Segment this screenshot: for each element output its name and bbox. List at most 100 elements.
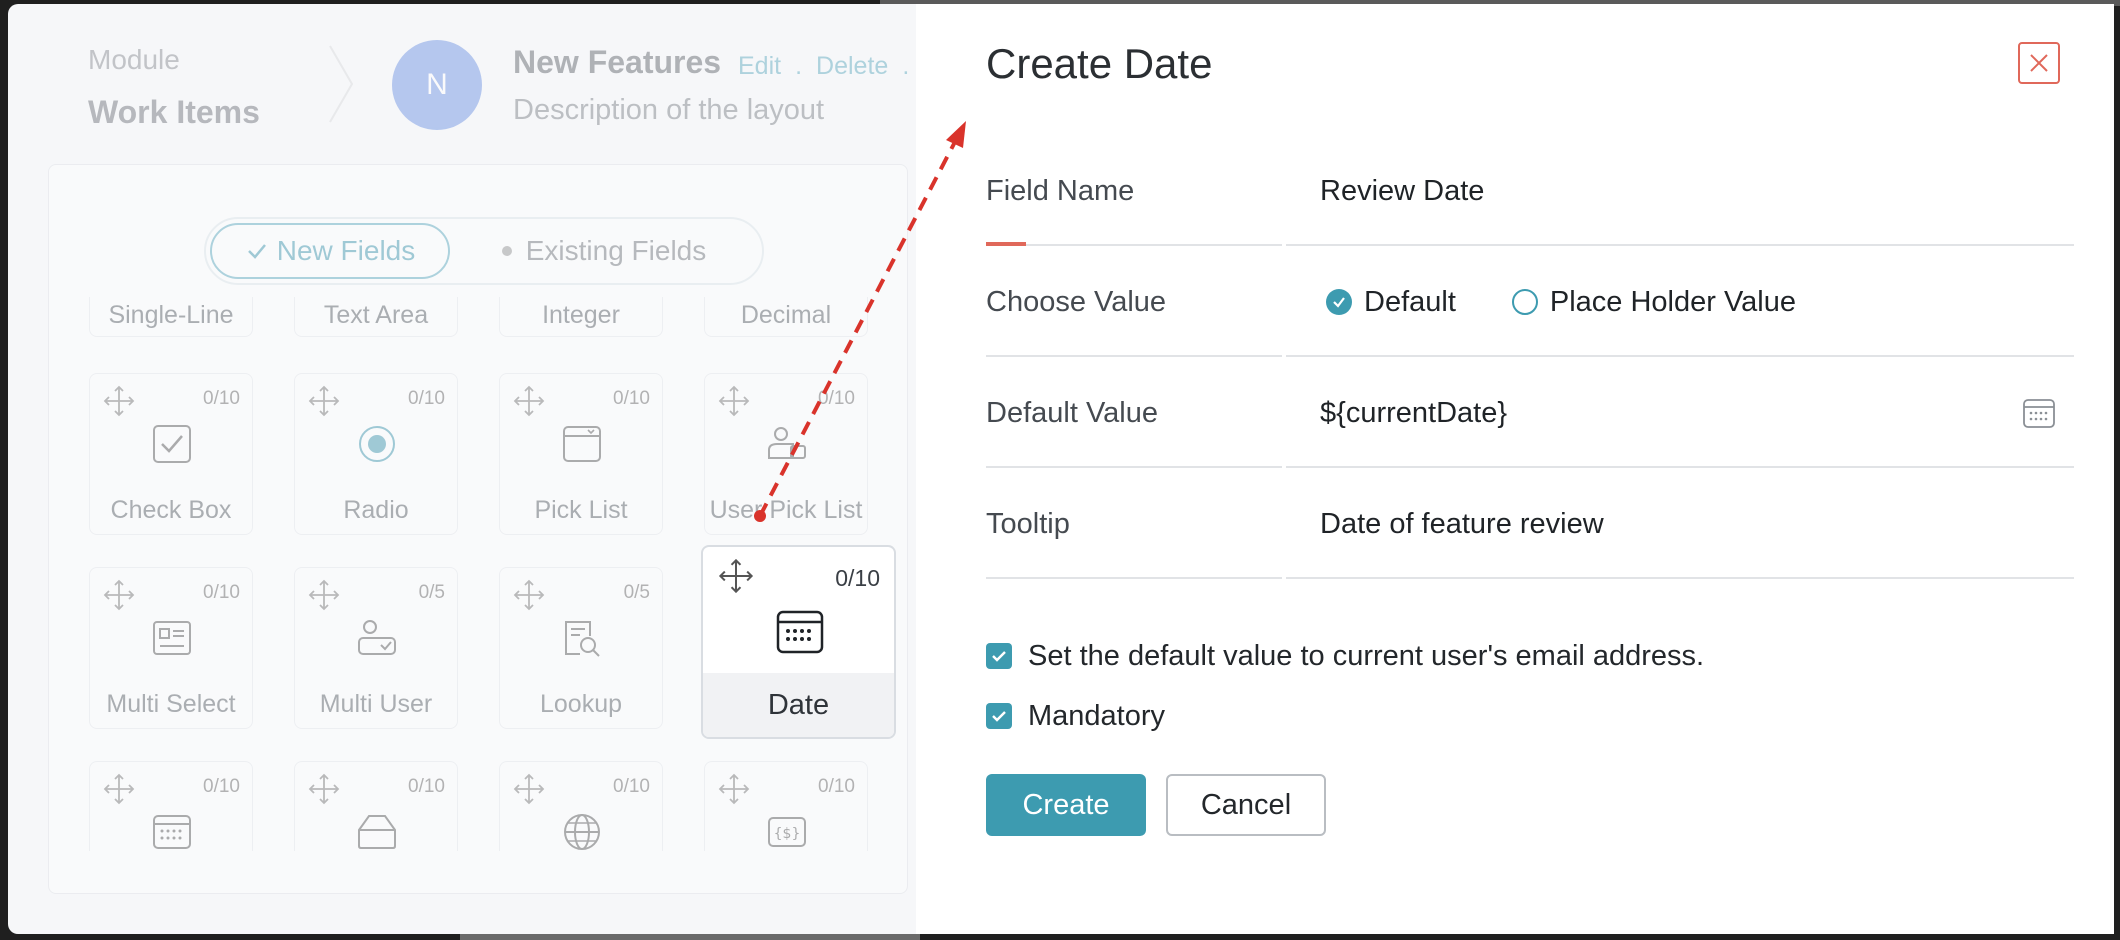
choose-value-radio-group: Default Place Holder Value [1326,247,1796,357]
multi-select-icon [153,621,191,655]
field-tile-date[interactable]: 0/10 Date [701,545,896,739]
field-tile-datetime[interactable]: 0/10 [89,761,253,851]
user-picklist-icon [768,427,806,459]
svg-text:{$}: {$} [774,826,801,842]
move-icon[interactable] [102,578,136,612]
default-value-row: Default Value ${currentDate} [986,358,2074,468]
field-tile-integer[interactable]: Integer [499,297,663,337]
field-tile-label: Check Box [110,496,232,524]
layout-builder-panel: Module Work Items N New Features Edit . … [8,4,918,934]
divider [986,244,1282,246]
tooltip-label: Tooltip [986,508,1070,540]
field-tile-user-pick-list[interactable]: 0/10 User Pick List [704,373,868,535]
field-tile-check-box[interactable]: 0/10 Check Box [89,373,253,535]
field-tile-decimal[interactable]: Decimal [704,297,868,337]
field-tile-radio[interactable]: 0/10 Radio [294,373,458,535]
radio-unselected-icon [1511,289,1538,315]
divider [986,466,1282,468]
move-icon[interactable] [307,384,341,418]
default-value-input[interactable]: ${currentDate} [1320,358,1507,468]
usage-count: 0/10 [408,776,445,797]
close-button[interactable] [2018,42,2060,84]
field-name-input[interactable]: Review Date [1320,136,1484,246]
field-tile-label: Decimal [740,301,832,329]
default-email-option[interactable]: Set the default value to current user's … [986,636,1704,676]
move-icon[interactable] [512,772,546,806]
calendar-picker-icon[interactable] [2022,396,2056,430]
tab-new-fields-label: New Fields [276,235,416,266]
checkbox-checked-icon[interactable] [986,643,1012,669]
default-value-label: Default Value [986,397,1158,429]
move-icon[interactable] [307,578,341,612]
usage-count: 0/10 [818,776,855,797]
tooltip-input[interactable]: Date of feature review [1320,469,1604,579]
edit-layout-link[interactable]: Edit [738,52,781,81]
calendar-icon [776,610,824,654]
move-icon[interactable] [512,578,546,612]
module-name: Work Items [88,94,260,130]
input-underline [1286,577,2074,579]
layout-avatar: N [392,40,482,130]
move-icon[interactable] [717,557,755,595]
tag-icon [358,815,396,849]
field-tile-label: Multi Select [106,690,236,718]
separator: . [902,52,910,80]
move-icon[interactable] [102,772,136,806]
field-tile-currency[interactable]: 0/10 {$} [704,761,868,851]
move-icon[interactable] [307,772,341,806]
tab-existing-fields[interactable]: Existing Fields [450,223,758,279]
field-tile-multi-user[interactable]: 0/5 Multi User [294,567,458,729]
usage-count: 0/10 [203,776,240,797]
mandatory-option[interactable]: Mandatory [986,696,1165,736]
field-tile-label: Radio [343,496,409,524]
delete-layout-link[interactable]: Delete [816,52,888,81]
usage-count: 0/10 [408,388,445,409]
radio-selected-icon [1326,289,1352,315]
field-tile-label: Date [703,673,894,737]
usage-count: 0/10 [203,582,240,603]
layout-description: Description of the layout [513,94,825,126]
move-icon[interactable] [717,384,751,418]
move-icon[interactable] [102,384,136,418]
field-tile-label: Pick List [534,496,628,524]
field-tile-pick-list[interactable]: 0/10 Pick List [499,373,663,535]
field-source-toggle: New Fields Existing Fields [204,217,764,285]
breadcrumb-chevron-icon [329,45,354,123]
module-label: Module [88,44,180,75]
field-tile-url[interactable]: 0/10 [499,761,663,851]
field-tile-text-area[interactable]: Text Area [294,297,458,337]
currency-icon: {$} [768,817,806,847]
field-name-label: Field Name [986,175,1135,207]
tooltip-row: Tooltip Date of feature review [986,469,2074,579]
create-button[interactable]: Create [986,774,1146,836]
divider [986,355,1282,357]
tab-new-fields[interactable]: New Fields [210,223,450,279]
choose-value-row: Choose Value Default Place Holder Value [986,247,2074,357]
screen-frame: Module Work Items N New Features Edit . … [0,0,2120,940]
cancel-button[interactable]: Cancel [1166,774,1326,836]
input-underline [1286,355,2074,357]
field-tile-tag[interactable]: 0/10 [294,761,458,851]
close-icon [2030,54,2048,72]
mandatory-option-label: Mandatory [1028,699,1166,732]
field-tile-single-line[interactable]: Single-Line [89,297,253,337]
move-icon[interactable] [717,772,751,806]
input-underline [1286,244,2074,246]
field-palette: New Fields Existing Fields Single-Line T… [48,164,908,894]
bullet-icon [501,246,512,256]
field-name-row: Field Name Review Date [986,136,2074,246]
checkbox-checked-icon[interactable] [986,703,1012,729]
radio-placeholder-value[interactable]: Place Holder Value [1511,286,1796,319]
active-field-indicator [986,242,1026,246]
usage-count: 0/10 [203,388,240,409]
radio-default[interactable]: Default [1326,286,1456,319]
field-tile-multi-select[interactable]: 0/10 Multi Select [89,567,253,729]
globe-icon [564,814,600,850]
move-icon[interactable] [512,384,546,418]
field-tile-lookup[interactable]: 0/5 Lookup [499,567,663,729]
tab-existing-fields-label: Existing Fields [525,235,707,266]
radio-icon [359,426,395,462]
dialog-title: Create Date [986,40,1213,87]
check-icon [247,244,266,259]
field-tile-label: User Pick List [709,496,863,524]
